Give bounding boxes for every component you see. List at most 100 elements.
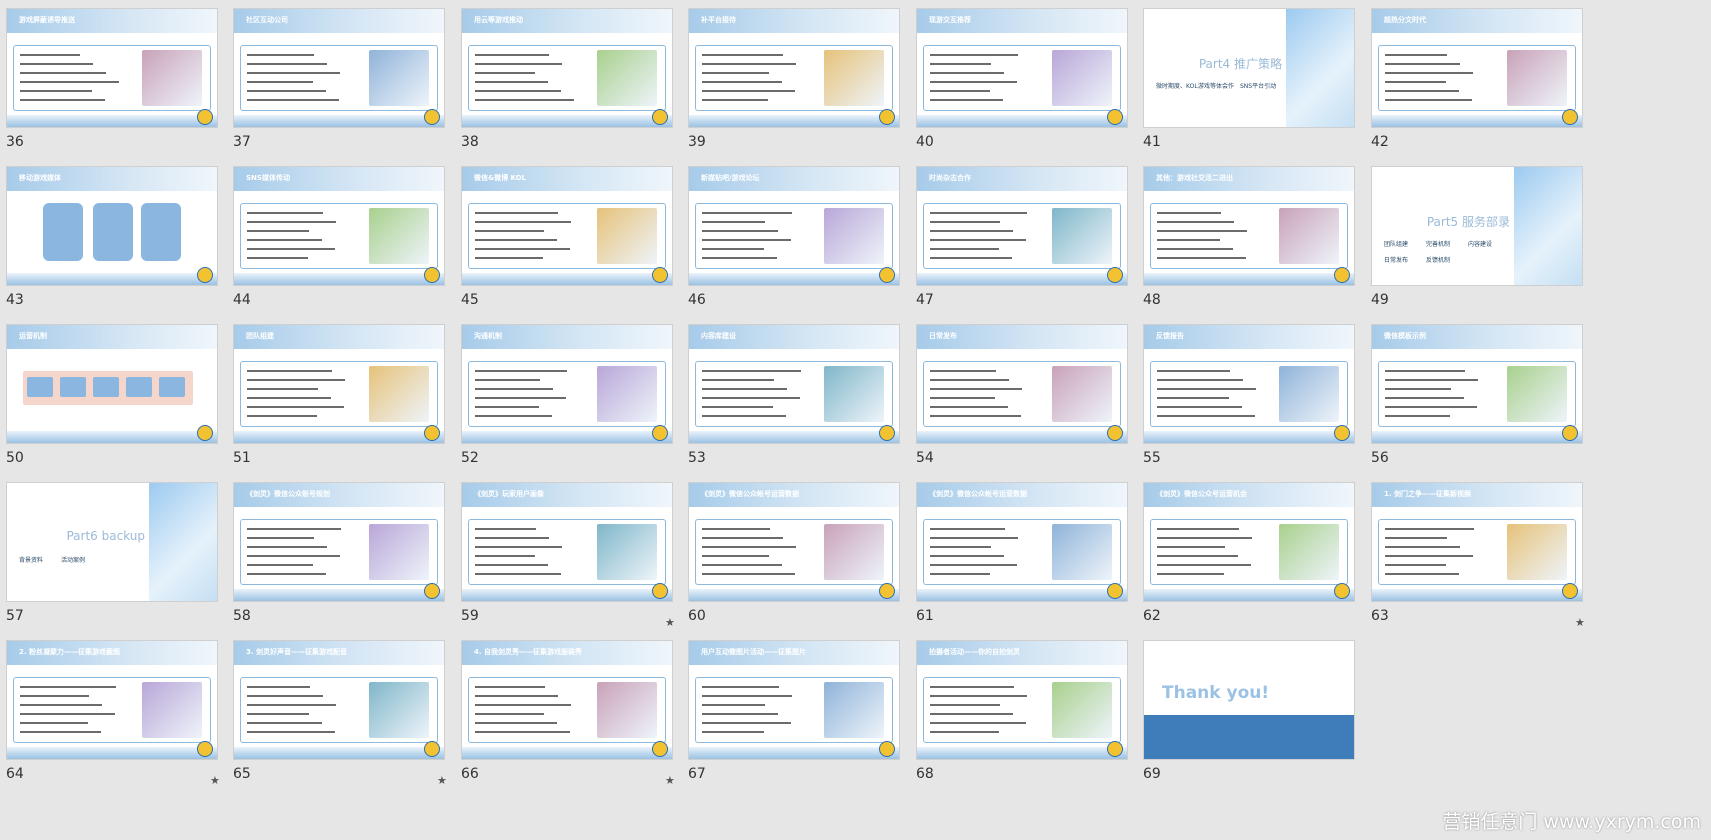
- slide-number: 66: [461, 766, 479, 782]
- slide-thumbnail[interactable]: 超热分文时代: [1371, 8, 1583, 128]
- slide-header: 团队组建: [234, 325, 444, 349]
- slide-thumbnail[interactable]: 运营机制: [6, 324, 218, 444]
- slide-footer: [1144, 589, 1354, 601]
- slide-number: 52: [461, 450, 479, 466]
- slide-footer: [917, 747, 1127, 759]
- slide-thumbnail[interactable]: 内容库建设: [688, 324, 900, 444]
- slide-thumbnail[interactable]: SNS媒体传动: [233, 166, 445, 286]
- slide-thumbnail[interactable]: 3. 剑灵好声音——征集游戏配音: [233, 640, 445, 760]
- text-line: [20, 90, 92, 92]
- text-line: [475, 230, 544, 232]
- text-line: [930, 722, 1026, 724]
- slide-thumbnail[interactable]: 《剑灵》微信公众帐号运营数据: [688, 482, 900, 602]
- slide-thumbnail-cell: 《剑灵》微信公众帐号运营数据 60: [682, 474, 910, 646]
- slide-title: 《剑灵》微信公众账号规划: [246, 490, 330, 498]
- slide-thumbnail[interactable]: 4. 自我剑灵秀——征集游戏服装秀: [461, 640, 673, 760]
- brand-logo-icon: [1107, 425, 1123, 441]
- slide-thumbnail[interactable]: 时尚杂志合作: [916, 166, 1128, 286]
- text-line: [475, 54, 549, 56]
- slide-number: 56: [1371, 450, 1389, 466]
- text-line: [475, 695, 558, 697]
- content-block: [43, 203, 83, 261]
- text-line: [1385, 537, 1447, 539]
- text-line: [1385, 81, 1446, 83]
- text-line: [247, 406, 344, 408]
- slide-image: [1279, 366, 1339, 422]
- text-line: [930, 686, 1014, 688]
- brand-logo-icon: [424, 109, 440, 125]
- slide-thumbnail[interactable]: 其他：游戏社交活二进出: [1143, 166, 1355, 286]
- slide-number: 61: [916, 608, 934, 624]
- text-line: [702, 564, 782, 566]
- text-line: [20, 81, 119, 83]
- text-line: [247, 221, 336, 223]
- slide-header: 内容库建设: [689, 325, 899, 349]
- slide-thumbnail[interactable]: 反馈报告: [1143, 324, 1355, 444]
- text-line: [702, 415, 786, 417]
- slide-title: 拍摄者活动——你的自拍剑灵: [929, 648, 1020, 656]
- slide-thumbnail[interactable]: 微信模板示例: [1371, 324, 1583, 444]
- slide-footer: [7, 747, 217, 759]
- text-line: [20, 72, 106, 74]
- slide-thumbnail[interactable]: Part4 推广策略 微时期度、KOL 游戏等体会作 SNS平台引动: [1143, 8, 1355, 128]
- part-subtopic: 微时期度、KOL: [1156, 83, 1198, 90]
- brand-logo-icon: [197, 109, 213, 125]
- slide-thumbnail[interactable]: 《剑灵》微信公众账号规划: [233, 482, 445, 602]
- slide-thumbnail[interactable]: 1. 剑门之争——征集新视频: [1371, 482, 1583, 602]
- text-line: [930, 555, 1004, 557]
- slide-thumbnail[interactable]: 沟通机制: [461, 324, 673, 444]
- slide-thumbnail[interactable]: 拍摄者活动——你的自拍剑灵: [916, 640, 1128, 760]
- slide-thumbnail[interactable]: Thank you!: [1143, 640, 1355, 760]
- slide-thumbnail[interactable]: 新媒贴吧/游戏论坛: [688, 166, 900, 286]
- slide-thumbnail[interactable]: 《剑灵》玩家用户画像: [461, 482, 673, 602]
- text-line: [1157, 239, 1220, 241]
- text-line: [1157, 212, 1221, 214]
- slide-footer: [462, 589, 672, 601]
- slide-thumbnail-cell: SNS媒体传动 44: [227, 158, 455, 330]
- slide-thumbnail[interactable]: 用户互动微图片活动——征集图片: [688, 640, 900, 760]
- slide-thumbnail[interactable]: 用云等游戏推动: [461, 8, 673, 128]
- brand-logo-icon: [424, 741, 440, 757]
- slide-body: [923, 45, 1121, 111]
- slide-thumbnail[interactable]: 日常发布: [916, 324, 1128, 444]
- brand-logo-icon: [1562, 425, 1578, 441]
- text-line: [930, 713, 1013, 715]
- slide-thumbnail[interactable]: 《剑灵》微信公众帐号运营数据: [916, 482, 1128, 602]
- text-line: [702, 230, 778, 232]
- slide-thumbnail[interactable]: Part6 backup 背景资料 活动案例: [6, 482, 218, 602]
- slide-body: [468, 677, 666, 743]
- slide-title: 现游交互推荐: [929, 16, 971, 24]
- slide-thumbnail[interactable]: 《剑灵》微信公众号运营机会: [1143, 482, 1355, 602]
- text-line: [702, 248, 764, 250]
- text-line: [702, 722, 791, 724]
- slide-thumbnail[interactable]: 现游交互推荐: [916, 8, 1128, 128]
- text-line: [1157, 388, 1256, 390]
- slide-title: 用户互动微图片活动——征集图片: [701, 648, 806, 656]
- slide-header: 《剑灵》微信公众号运营机会: [1144, 483, 1354, 507]
- slide-title: 日常发布: [929, 332, 957, 340]
- animation-star-icon: ★: [1575, 616, 1585, 629]
- slide-thumbnail[interactable]: 微信&微博 KOL: [461, 166, 673, 286]
- slide-footer: [462, 747, 672, 759]
- text-line: [20, 54, 80, 56]
- text-line: [247, 415, 317, 417]
- text-line: [930, 731, 999, 733]
- slide-body: [13, 45, 211, 111]
- brand-logo-icon: [197, 741, 213, 757]
- slide-image: [597, 366, 657, 422]
- text-line: [475, 221, 571, 223]
- slide-thumbnail[interactable]: 2. 粉丝凝聚力——征集游戏截图: [6, 640, 218, 760]
- text-line: [702, 686, 779, 688]
- slide-thumbnail[interactable]: 补平台接待: [688, 8, 900, 128]
- slide-thumbnail[interactable]: 移动游戏媒体: [6, 166, 218, 286]
- part-title: Part4 推广策略: [1198, 57, 1282, 71]
- slide-header: 《剑灵》微信公众帐号运营数据: [917, 483, 1127, 507]
- slide-title: 用云等游戏推动: [474, 16, 523, 24]
- slide-thumbnail[interactable]: 团队组建: [233, 324, 445, 444]
- slide-thumbnail[interactable]: 游戏屏蔽诱导推送: [6, 8, 218, 128]
- slide-image: [1052, 366, 1112, 422]
- text-line: [475, 722, 557, 724]
- slide-thumbnail[interactable]: Part5 服务部录 团队组建 完善机制 内容建设 日常发布 反馈机制: [1371, 166, 1583, 286]
- text-line: [475, 248, 570, 250]
- slide-thumbnail[interactable]: 社区互动公司: [233, 8, 445, 128]
